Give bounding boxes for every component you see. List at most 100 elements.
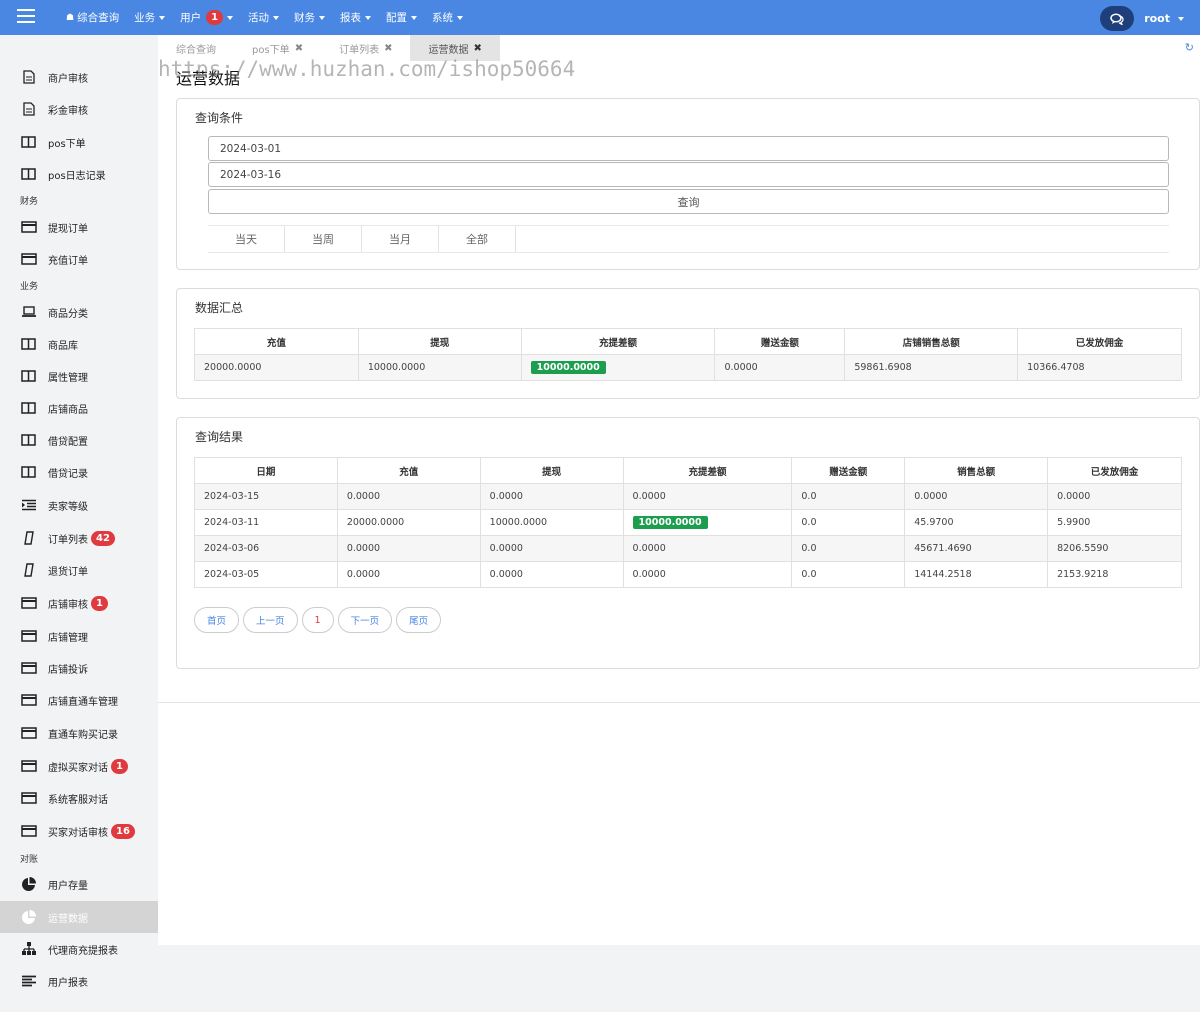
sidebar-item-system-support-chat[interactable]: 系统客服对话 (0, 783, 158, 813)
table-row: 2024-03-15 0.0000 0.0000 0.0000 0.0 0.00… (194, 483, 1182, 510)
sidebar-item-user-report[interactable]: 用户报表 (0, 966, 158, 996)
sidebar-item-virtual-buyer-chat[interactable]: 虚拟买家对话 1 (0, 751, 158, 781)
chat-icon (1110, 12, 1124, 25)
columns-icon (20, 401, 37, 415)
sidebar-item-store-complaints[interactable]: 店铺投诉 (0, 653, 158, 683)
chat-button[interactable] (1100, 6, 1135, 31)
sidebar-item-label: 商品分类 (48, 308, 88, 320)
table-cell: 0.0 (791, 535, 906, 562)
sidebar-item-operations-data[interactable]: 运营数据 (0, 901, 158, 933)
divider (158, 702, 1200, 703)
sidebar-item-label: 订单列表 (48, 534, 88, 546)
columns-icon (20, 167, 37, 181)
nav-business[interactable]: 业务 (134, 10, 166, 25)
sidebar-item-pos-order[interactable]: pos下单 (0, 127, 158, 157)
table-cell: 59861.6908 (844, 354, 1019, 381)
start-date-input[interactable]: 2024-03-01 (208, 136, 1169, 161)
sidebar-item-store-products[interactable]: 店铺商品 (0, 393, 158, 423)
tab-overview[interactable]: 综合查询 (158, 35, 234, 61)
pie-chart-icon (20, 876, 37, 891)
quick-all-button[interactable]: 全部 (439, 226, 516, 252)
nav-system[interactable]: 系统 (432, 10, 464, 25)
table-cell: 14144.2518 (904, 561, 1049, 588)
nav-config[interactable]: 配置 (386, 10, 418, 25)
sidebar-item-merchant-review[interactable]: 商户审核 (0, 62, 158, 92)
last-page-button[interactable]: 尾页 (396, 607, 442, 633)
table-row: 2024-03-05 0.0000 0.0000 0.0000 0.0 1414… (194, 561, 1182, 588)
nav-overview[interactable]: ☗ 综合查询 (66, 10, 119, 25)
sidebar-item-loan-records[interactable]: 借贷记录 (0, 457, 158, 487)
close-icon[interactable]: ✖ (295, 43, 303, 54)
nav-finance[interactable]: 财务 (294, 10, 326, 25)
table-cell: 0.0000 (622, 561, 793, 588)
column-header: 充值 (336, 457, 481, 484)
sidebar-item-express-management[interactable]: 店铺直通车管理 (0, 685, 158, 715)
table-cell: 10000.0000 (357, 354, 522, 381)
table-cell: 0.0000 (479, 535, 624, 562)
quick-month-button[interactable]: 当月 (362, 226, 439, 252)
sidebar-item-buyer-chat-review[interactable]: 买家对话审核 16 (0, 816, 158, 846)
sidebar-item-agent-report[interactable]: 代理商充提报表 (0, 934, 158, 964)
tab-order-list[interactable]: 订单列表 ✖ (321, 35, 410, 61)
nav-users[interactable]: 用户 1 (180, 10, 234, 25)
nav-label: 报表 (340, 12, 362, 24)
table-cell: 0.0 (791, 561, 906, 588)
results-panel: 查询结果 日期 充值 提现 充提差额 赠送金额 销售总额 已发放佣金 2024-… (176, 417, 1200, 669)
main-content: 综合查询 pos下单 ✖ 订单列表 ✖ 运营数据 ✖ ↻ 运营数据 https:… (158, 35, 1200, 945)
tab-operations-data[interactable]: 运营数据 ✖ (410, 35, 500, 61)
page-title: 运营数据 (176, 69, 241, 88)
sidebar-item-return-orders[interactable]: 退货订单 (0, 555, 158, 585)
table-cell: 0.0000 (622, 535, 793, 562)
sidebar-item-product-category[interactable]: 商品分类 (0, 297, 158, 327)
sidebar-item-seller-levels[interactable]: 卖家等级 (0, 490, 158, 520)
card-icon (20, 693, 37, 707)
sidebar-item-loan-config[interactable]: 借贷配置 (0, 425, 158, 455)
columns-icon (20, 337, 37, 351)
sidebar-item-pos-log[interactable]: pos日志记录 (0, 159, 158, 189)
sidebar-item-attributes[interactable]: 属性管理 (0, 361, 158, 391)
column-header: 店铺销售总额 (844, 328, 1019, 355)
query-button[interactable]: 查询 (208, 189, 1169, 214)
sidebar-item-product-library[interactable]: 商品库 (0, 329, 158, 359)
sidebar-item-bonus-review[interactable]: 彩金审核 (0, 94, 158, 124)
first-page-button[interactable]: 首页 (194, 607, 240, 633)
card-icon (20, 824, 37, 838)
sidebar-item-label: 彩金审核 (48, 105, 88, 117)
mobile-icon (20, 563, 37, 577)
table-cell: 10000.0000 (479, 509, 624, 536)
sidebar-item-label: 虚拟买家对话 (48, 762, 108, 774)
prev-page-button[interactable]: 上一页 (243, 607, 298, 633)
column-header: 已发放佣金 (1017, 328, 1182, 355)
next-page-button[interactable]: 下一页 (337, 607, 393, 633)
columns-icon (20, 369, 37, 383)
refresh-icon[interactable]: ↻ (1185, 41, 1194, 54)
mobile-icon (20, 531, 37, 545)
sidebar-item-store-management[interactable]: 店铺管理 (0, 621, 158, 651)
end-date-input[interactable]: 2024-03-16 (208, 162, 1169, 187)
close-icon[interactable]: ✖ (473, 43, 481, 54)
current-page-button[interactable]: 1 (301, 607, 334, 633)
quick-today-button[interactable]: 当天 (208, 226, 285, 252)
menu-toggle-icon[interactable] (17, 9, 35, 23)
sidebar-section-business: 业务 (20, 282, 39, 292)
table-cell: 0.0 (791, 509, 906, 536)
nav-label: 活动 (248, 12, 270, 24)
sidebar-item-withdraw-orders[interactable]: 提现订单 (0, 212, 158, 242)
sidebar-item-store-review[interactable]: 店铺审核 1 (0, 588, 158, 618)
nav-activity[interactable]: 活动 (248, 10, 280, 25)
quick-week-button[interactable]: 当周 (285, 226, 362, 252)
caret-down-icon (411, 15, 418, 20)
sidebar-item-express-purchases[interactable]: 直通车购买记录 (0, 718, 158, 748)
user-area: root (1100, 6, 1184, 31)
tab-pos-order[interactable]: pos下单 ✖ (234, 35, 321, 61)
nav-reports[interactable]: 报表 (340, 10, 372, 25)
card-icon (20, 726, 37, 740)
close-icon[interactable]: ✖ (384, 43, 392, 54)
table-cell: 0.0000 (479, 483, 624, 510)
sidebar-item-user-stock[interactable]: 用户存量 (0, 869, 158, 899)
user-menu[interactable]: root (1144, 12, 1184, 25)
sidebar-item-order-list[interactable]: 订单列表 42 (0, 523, 158, 553)
sidebar-item-label: pos日志记录 (48, 170, 106, 182)
card-icon (20, 220, 37, 234)
sidebar-item-recharge-orders[interactable]: 充值订单 (0, 244, 158, 274)
